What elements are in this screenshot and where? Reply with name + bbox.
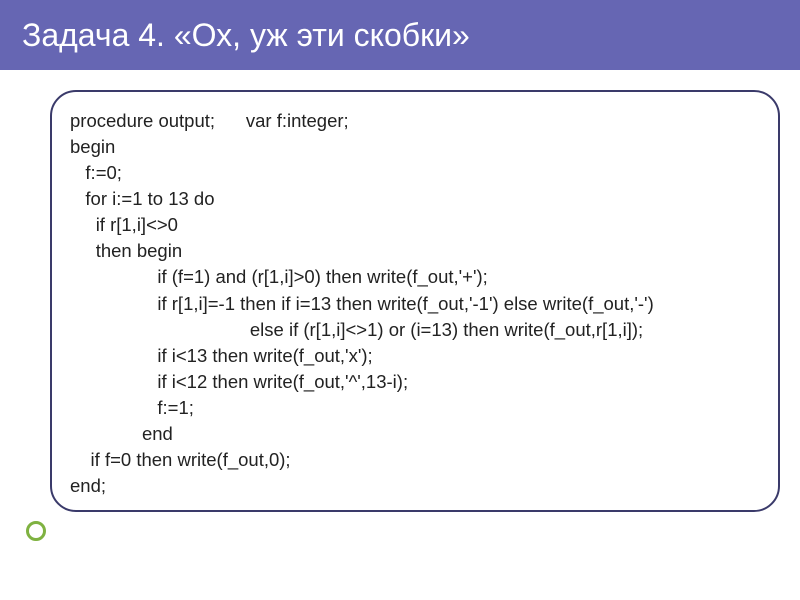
code-listing: procedure output; var f:integer; begin f… (70, 108, 768, 499)
slide-title-bar: Задача 4. «Ох, уж эти скобки» (0, 0, 800, 72)
code-box: procedure output; var f:integer; begin f… (50, 90, 780, 512)
bullet-circle-icon (26, 521, 46, 541)
slide-title: Задача 4. «Ох, уж эти скобки» (22, 17, 470, 54)
